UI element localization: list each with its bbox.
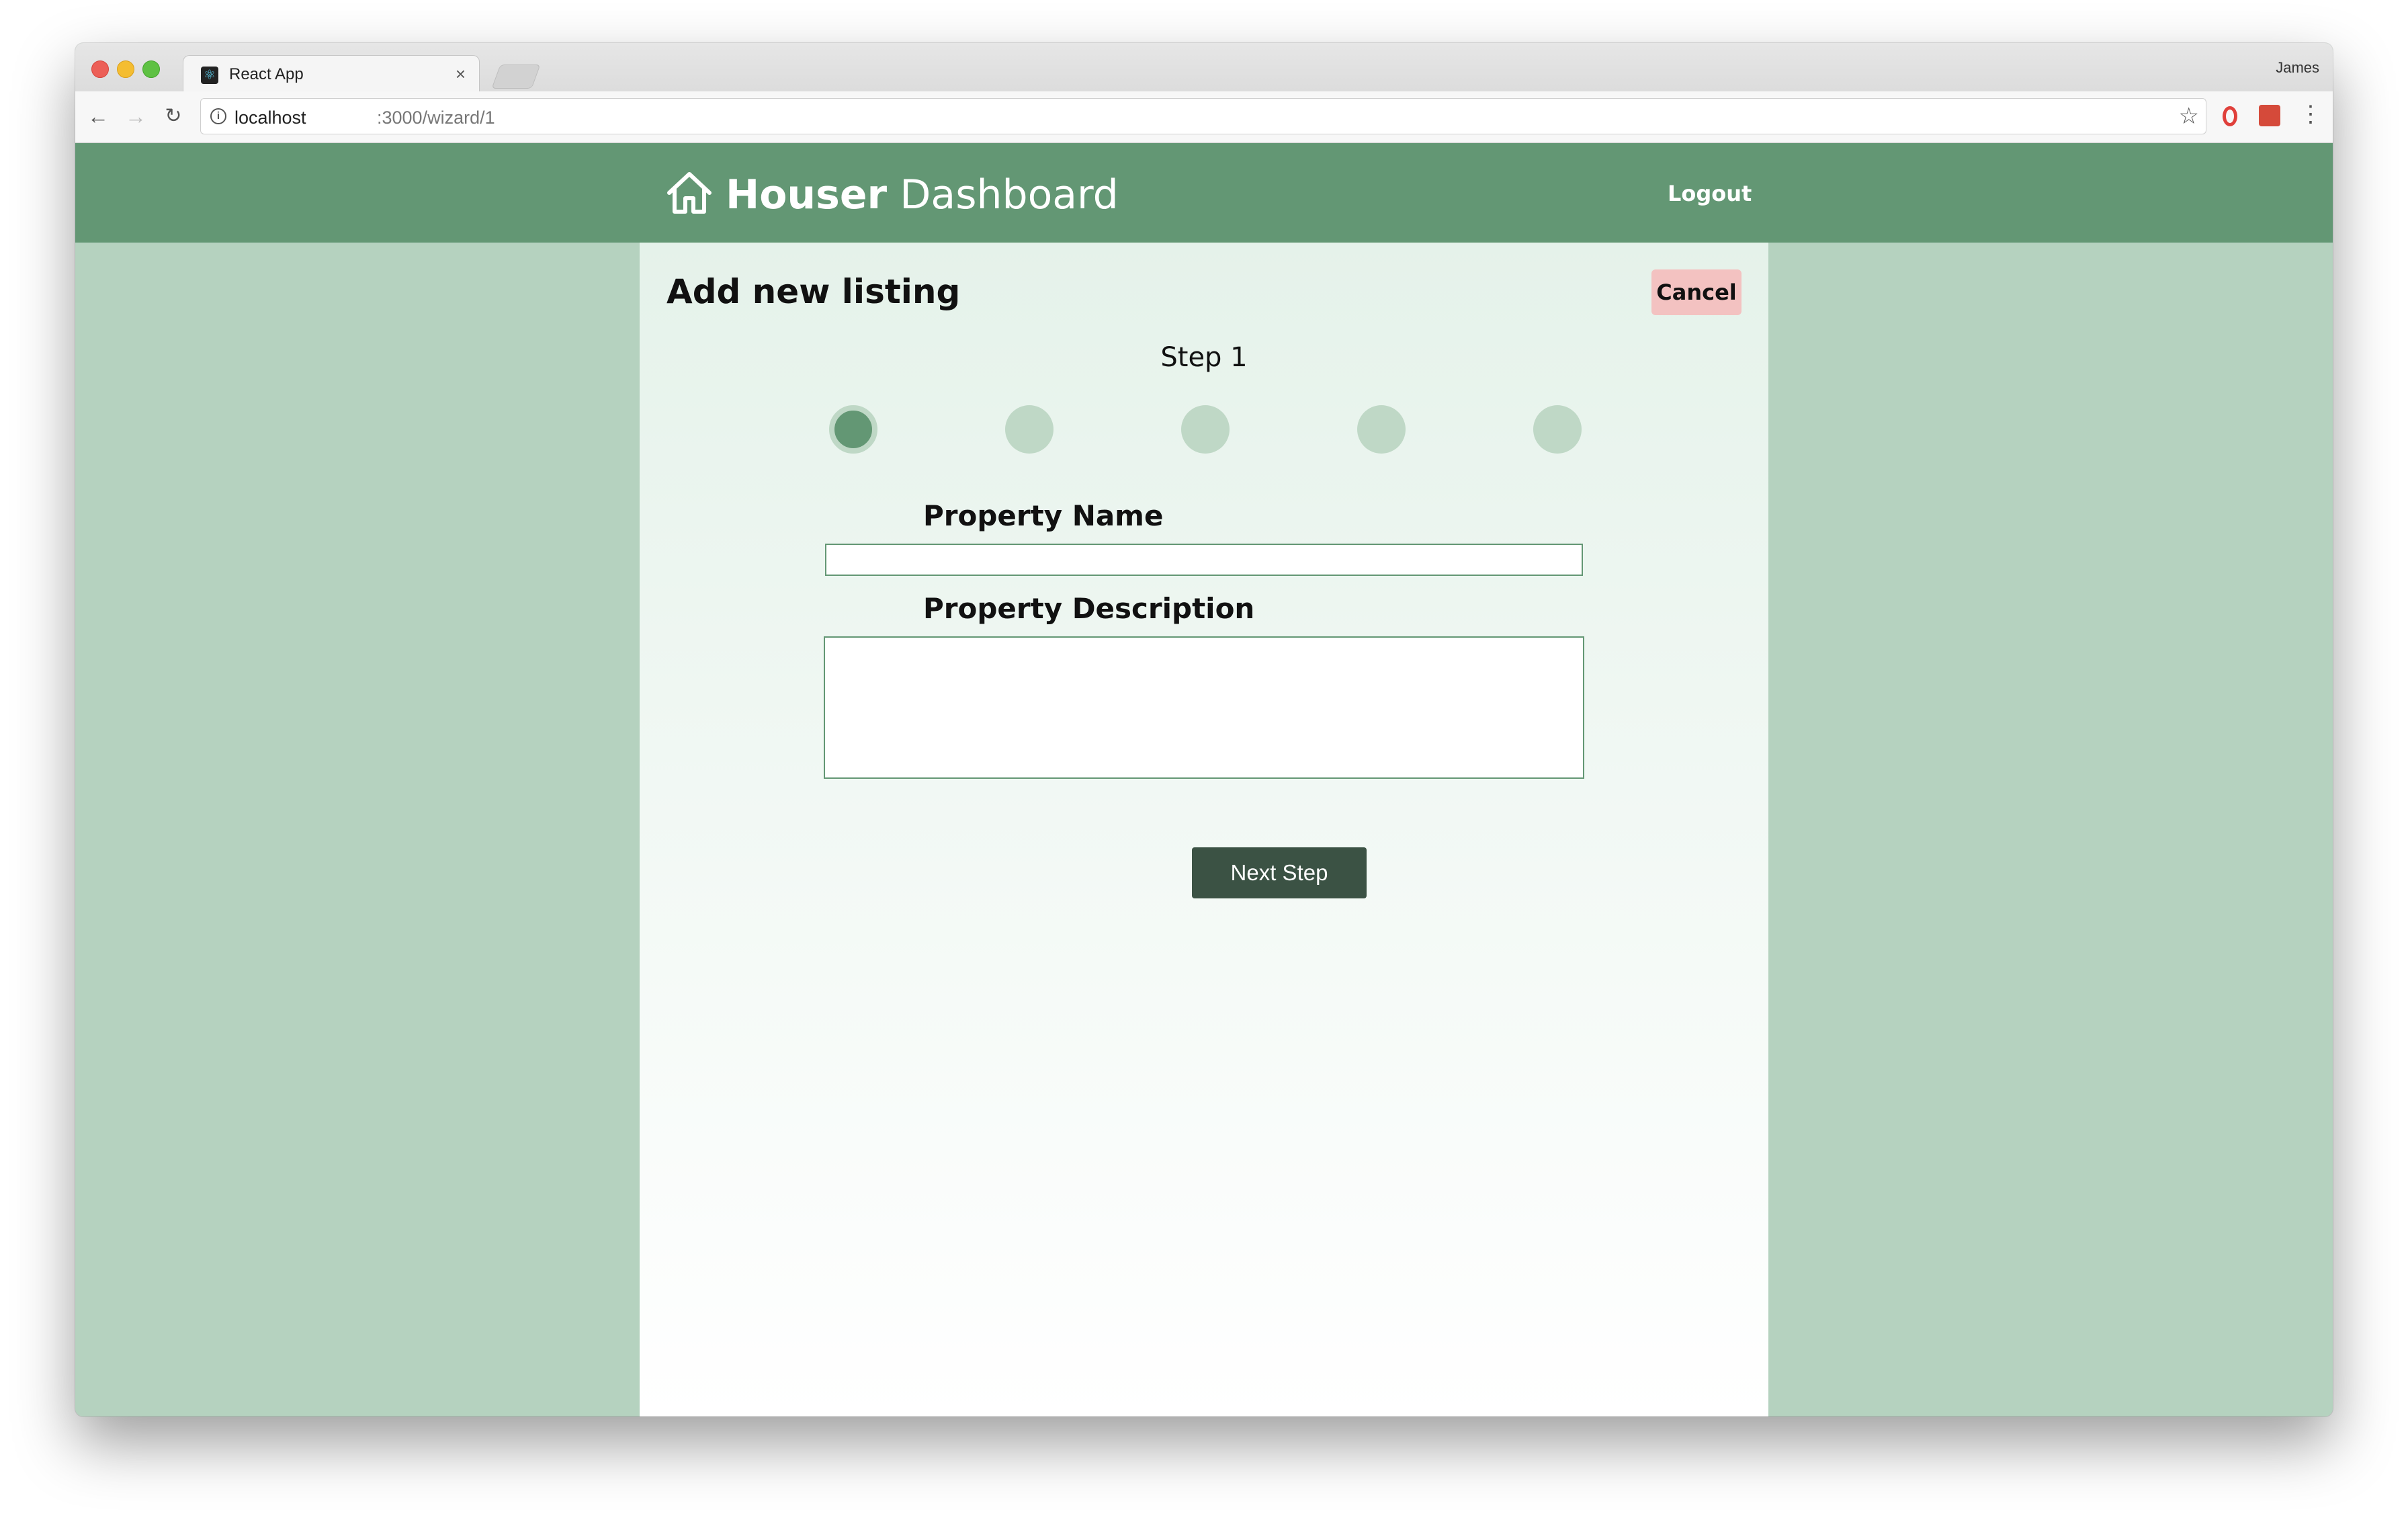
home-icon [667,172,712,214]
step-indicator-4 [1357,405,1406,454]
new-tab-button[interactable] [491,65,541,89]
reload-icon[interactable]: ↻ [160,101,187,132]
window-minimize-button[interactable] [117,60,134,78]
app-header: Houser Dashboard Logout [75,143,2333,243]
url-host: localhost [234,108,306,128]
property-description-label: Property Description [923,592,1255,625]
brand-subtitle: Dashboard [900,171,1119,218]
wizard-panel: Add new listing Cancel Step 1 Property N… [640,243,1768,1416]
cancel-button[interactable]: Cancel [1651,269,1742,315]
browser-toolbar: ← → ↻ i localhost :3000/wizard/1 ☆ ⋮ [75,91,2333,143]
url-path: :3000/wizard/1 [377,108,495,128]
tab-title: React App [229,65,304,83]
bookmark-star-icon[interactable]: ☆ [2179,103,2199,130]
back-arrow-icon[interactable]: ← [85,101,112,132]
profile-name[interactable]: James [2276,59,2319,77]
address-bar[interactable]: i localhost :3000/wizard/1 ☆ [200,98,2206,134]
step-indicator-5 [1533,405,1582,454]
tab-bar: ⚛ React App × James [75,43,2333,92]
extension-icon[interactable] [2259,105,2280,126]
step-indicator-1 [829,405,877,454]
react-favicon-icon: ⚛ [201,67,218,84]
brand-title: Houser Dashboard [726,171,1119,218]
menu-dots-icon[interactable]: ⋮ [2299,101,2322,128]
property-name-label: Property Name [923,499,1164,532]
step-indicator-2 [1005,405,1054,454]
step-indicator-3 [1181,405,1230,454]
tab-close-icon[interactable]: × [456,64,466,85]
browser-tab[interactable]: ⚛ React App × [183,55,480,92]
next-step-button[interactable]: Next Step [1192,847,1367,898]
window-maximize-button[interactable] [142,60,160,78]
page-title: Add new listing [666,272,961,311]
property-description-input[interactable] [824,636,1584,779]
brand-name: Houser [726,171,888,218]
forward-arrow-icon[interactable]: → [122,101,149,132]
opera-extension-icon[interactable] [2223,106,2237,126]
step-label: Step 1 [1160,342,1248,373]
window-close-button[interactable] [91,60,109,78]
logout-link[interactable]: Logout [1668,181,1752,206]
info-icon[interactable]: i [210,108,226,124]
browser-window: ⚛ React App × James ← → ↻ i localhost :3… [75,43,2333,1416]
page: Houser Dashboard Logout Add new listing … [75,143,2333,1416]
property-name-input[interactable] [825,544,1583,576]
